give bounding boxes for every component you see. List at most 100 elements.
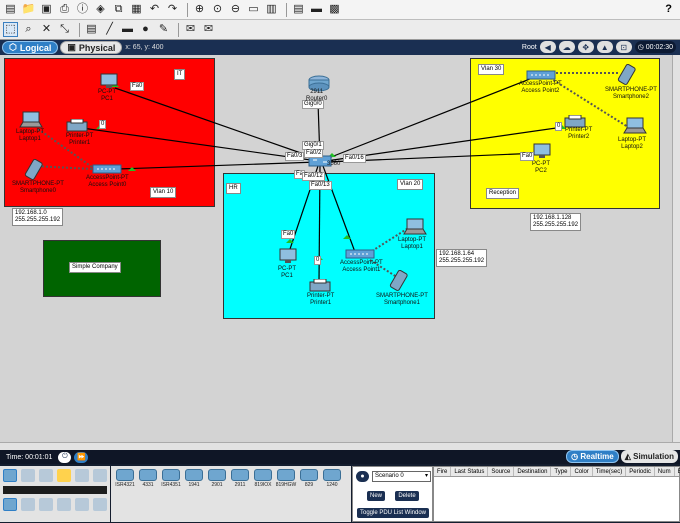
cluster-icon[interactable]: ▤ (291, 2, 306, 17)
column-header[interactable]: Destination (514, 467, 552, 476)
it-pc-icon[interactable] (98, 73, 120, 89)
link-it-pc[interactable] (114, 87, 319, 160)
physical-tab[interactable]: ▣ Physical (60, 41, 123, 54)
it-smartphone-icon[interactable] (24, 159, 44, 181)
select-tool-icon[interactable]: ⬚ (3, 22, 18, 37)
hr-pc-icon[interactable] (277, 248, 299, 264)
device-type-item[interactable]: 4331 (137, 469, 159, 489)
column-header[interactable]: Color (571, 467, 593, 476)
multiuser-category-icon[interactable] (93, 469, 107, 482)
drawing-palette-icon[interactable]: ▭ (246, 2, 261, 17)
wireless-subcategory-icon[interactable] (57, 498, 71, 511)
reception-laptop-icon[interactable] (622, 117, 648, 135)
hr-laptop-icon[interactable] (402, 218, 428, 236)
pencil-tool-icon[interactable]: ✎ (156, 22, 171, 37)
realtime-mode-button[interactable]: ◷ Realtime (566, 450, 619, 463)
hubs-subcategory-icon[interactable] (39, 498, 53, 511)
logical-workspace[interactable]: IT Vlan 10 192.168.1.0 255.255.255.192 HR… (0, 55, 680, 442)
open-folder-icon[interactable]: 📁 (21, 2, 36, 17)
toggle-pdu-list-button[interactable]: Toggle PDU List Window (357, 508, 429, 518)
move-object-icon[interactable]: ✥ (577, 41, 594, 53)
freeform-tool-icon[interactable]: ● (138, 22, 153, 37)
custom-devices-icon[interactable]: ▥ (264, 2, 279, 17)
it-laptop-icon[interactable] (18, 111, 44, 129)
logical-tab[interactable]: ⬡ Logical (2, 41, 59, 54)
column-header[interactable]: Type (551, 467, 572, 476)
info-icon[interactable]: ⓘ (75, 2, 90, 17)
fast-forward-icon[interactable]: ⏩ (74, 451, 89, 463)
column-header[interactable]: Num (655, 467, 675, 476)
resize-tool-icon[interactable]: ⤡ (57, 22, 72, 37)
set-background-icon[interactable]: ▲ (596, 41, 613, 53)
column-header[interactable]: Ed (675, 467, 680, 476)
cisco-icon[interactable]: ▩ (327, 2, 342, 17)
it-access-point-icon[interactable] (92, 163, 122, 175)
column-header[interactable]: Periodic (626, 467, 655, 476)
cluster-view-icon[interactable]: ☁ (558, 41, 575, 53)
zoom-in-icon[interactable]: ⊕ (192, 2, 207, 17)
device-type-item[interactable]: 2901 (206, 469, 228, 489)
device-type-item[interactable]: ISR4321 (114, 469, 136, 489)
delete-tool-icon[interactable]: ✕ (39, 22, 54, 37)
power-cycle-icon[interactable]: ⏻ (58, 451, 72, 463)
routers-subcategory-icon[interactable] (3, 498, 17, 511)
reception-access-point-icon[interactable] (526, 69, 556, 81)
viewport-toggle-icon[interactable]: ⊡ (615, 41, 632, 53)
column-header[interactable]: Time(sec) (593, 467, 627, 476)
vertical-scrollbar[interactable] (672, 55, 680, 442)
zoom-reset-icon[interactable]: ⊙ (210, 2, 225, 17)
delete-scenario-button[interactable]: Delete (395, 491, 419, 501)
custom-device-icon[interactable]: ◈ (93, 2, 108, 17)
network-devices-category-icon[interactable] (3, 469, 17, 482)
copy-icon[interactable]: ⧉ (111, 2, 126, 17)
print-icon[interactable]: ⎙ (57, 2, 72, 17)
line-tool-icon[interactable]: ╱ (102, 22, 117, 37)
redo-icon[interactable]: ↷ (165, 2, 180, 17)
link-rec-ap[interactable] (325, 74, 541, 160)
it-printer-icon[interactable] (65, 119, 89, 133)
device-type-item[interactable]: 819HGW (275, 469, 297, 489)
reception-smartphone-icon[interactable] (617, 64, 637, 86)
device-type-item[interactable]: 1240 (321, 469, 343, 489)
device-type-item[interactable]: 819IOX (252, 469, 274, 489)
link-hr-ap[interactable] (322, 165, 356, 253)
connections-category-icon[interactable] (57, 469, 71, 482)
reception-printer-model: Printer-PT (565, 127, 593, 133)
help-button[interactable]: ? (665, 3, 672, 15)
security-subcategory-icon[interactable] (75, 498, 89, 511)
simulation-mode-button[interactable]: ◭ Simulation (620, 450, 678, 463)
viewport-icon[interactable]: ▬ (309, 2, 324, 17)
device-type-item[interactable]: 829 (298, 469, 320, 489)
column-header[interactable]: Fire (434, 467, 452, 476)
note-tool-icon[interactable]: ▤ (84, 22, 99, 37)
link-it-ap[interactable] (117, 161, 319, 170)
scenario-select[interactable]: Scenario 0 ▾ (372, 471, 431, 482)
new-scenario-button[interactable]: New (367, 491, 385, 501)
column-header[interactable]: Source (488, 467, 515, 476)
switches-subcategory-icon[interactable] (21, 498, 35, 511)
save-icon[interactable]: ▣ (39, 2, 54, 17)
device-type-item[interactable]: 2911 (229, 469, 251, 489)
hr-access-point-icon[interactable] (345, 248, 375, 260)
components-category-icon[interactable] (39, 469, 53, 482)
link-it-printer[interactable] (81, 127, 319, 162)
simple-pdu-icon[interactable]: ✉ (183, 22, 198, 37)
rectangle-tool-icon[interactable]: ▬ (120, 22, 135, 37)
hr-smartphone-icon[interactable] (389, 270, 409, 292)
search-tool-icon[interactable]: ⌕ (21, 22, 36, 37)
paste-icon[interactable]: ▦ (129, 2, 144, 17)
horizontal-scrollbar[interactable] (0, 442, 680, 450)
event-table-header: Fire Last Status Source Destination Type… (434, 467, 680, 477)
device-type-item[interactable]: ISR4351 (160, 469, 182, 489)
complex-pdu-icon[interactable]: ✉ (201, 22, 216, 37)
new-file-icon[interactable]: ▤ (3, 2, 18, 17)
back-button[interactable]: ◀ (539, 41, 556, 53)
end-devices-category-icon[interactable] (21, 469, 35, 482)
hr-printer-icon[interactable] (308, 279, 332, 293)
undo-icon[interactable]: ↶ (147, 2, 162, 17)
column-header[interactable]: Last Status (451, 467, 489, 476)
zoom-out-icon[interactable]: ⊖ (228, 2, 243, 17)
wan-emulation-subcategory-icon[interactable] (93, 498, 107, 511)
misc-category-icon[interactable] (75, 469, 89, 482)
device-type-item[interactable]: 1941 (183, 469, 205, 489)
